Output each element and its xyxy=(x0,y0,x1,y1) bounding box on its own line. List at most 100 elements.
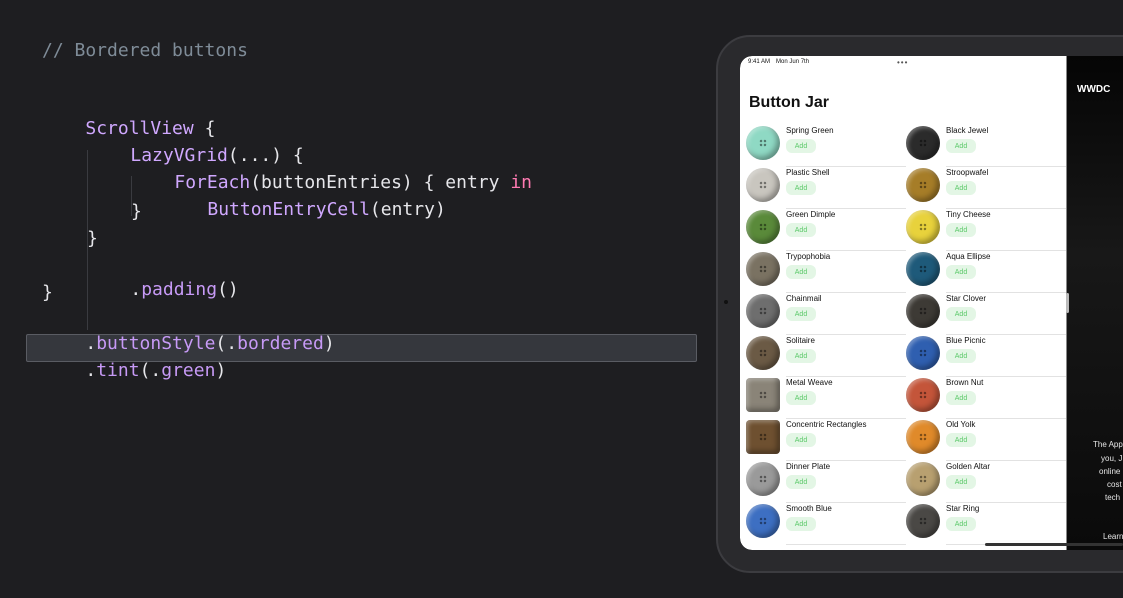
button-name: Chainmail xyxy=(786,294,822,303)
add-button[interactable]: Add xyxy=(946,139,976,153)
row-separator xyxy=(786,418,906,419)
add-button[interactable]: Add xyxy=(946,307,976,321)
button-thumbnail-icon xyxy=(746,294,780,328)
side-app: WWDC The App you, J online cost tech Learn xyxy=(1067,56,1123,550)
code-line: ButtonEntryCell(entry) xyxy=(164,174,446,246)
list-item: Old Yolk Add xyxy=(906,420,1066,462)
side-text-line: online xyxy=(1099,467,1121,476)
list-item: Trypophobia Add xyxy=(746,252,906,294)
status-bar: 9:41 AM Mon Jun 7th xyxy=(748,59,815,65)
add-button[interactable]: Add xyxy=(946,223,976,237)
code-editor: // Bordered buttons ScrollView { LazyVGr… xyxy=(0,0,700,598)
add-button[interactable]: Add xyxy=(946,475,976,489)
button-thumbnail-icon xyxy=(906,378,940,412)
status-time: 9:41 AM xyxy=(748,59,771,65)
list-item: Aqua Ellipse Add xyxy=(906,252,1066,294)
side-text-line: Learn xyxy=(1103,532,1123,541)
row-separator xyxy=(786,292,906,293)
code-token: (entry) xyxy=(369,199,446,220)
list-item: Black Jewel Add xyxy=(906,126,1066,168)
row-separator xyxy=(946,166,1066,167)
code-line: } xyxy=(131,201,142,222)
add-button[interactable]: Add xyxy=(786,139,816,153)
add-button[interactable]: Add xyxy=(786,265,816,279)
code-token: green xyxy=(161,360,216,381)
list-item: Plastic Shell Add xyxy=(746,168,906,210)
code-token: ) xyxy=(323,333,335,354)
list-item: Solitaire Add xyxy=(746,336,906,378)
add-button[interactable]: Add xyxy=(786,475,816,489)
button-thumbnail-icon xyxy=(746,420,780,454)
add-button[interactable]: Add xyxy=(786,181,816,195)
side-text-line: tech xyxy=(1105,493,1121,502)
add-button[interactable]: Add xyxy=(946,265,976,279)
button-thumbnail-icon xyxy=(746,252,780,286)
home-indicator[interactable] xyxy=(985,543,1123,546)
row-separator xyxy=(786,166,906,167)
add-button[interactable]: Add xyxy=(946,181,976,195)
add-button[interactable]: Add xyxy=(946,433,976,447)
split-view-handle[interactable] xyxy=(1066,293,1069,313)
row-separator xyxy=(946,292,1066,293)
list-item: Metal Weave Add xyxy=(746,378,906,420)
button-name: Golden Altar xyxy=(946,462,991,471)
add-button[interactable]: Add xyxy=(946,391,976,405)
add-button[interactable]: Add xyxy=(946,349,976,363)
code-token: () xyxy=(217,279,239,300)
add-button[interactable]: Add xyxy=(786,349,816,363)
button-name: Green Dimple xyxy=(786,210,836,219)
button-thumbnail-icon xyxy=(746,126,780,160)
button-thumbnail-icon xyxy=(746,210,780,244)
list-item: Concentric Rectangles Add xyxy=(746,420,906,462)
code-line: .tint(.green) xyxy=(42,335,226,407)
list-item: Star Clover Add xyxy=(906,294,1066,336)
row-separator xyxy=(786,460,906,461)
button-name: Star Clover xyxy=(946,294,987,303)
row-separator xyxy=(786,250,906,251)
row-separator xyxy=(946,376,1066,377)
button-name: Blue Picnic xyxy=(946,336,986,345)
button-thumbnail-icon xyxy=(906,252,940,286)
button-name: Black Jewel xyxy=(946,126,989,135)
list-item: Brown Nut Add xyxy=(906,378,1066,420)
button-thumbnail-icon xyxy=(746,168,780,202)
button-thumbnail-icon xyxy=(906,294,940,328)
button-name: Dinner Plate xyxy=(786,462,831,471)
list-item: Golden Altar Add xyxy=(906,462,1066,504)
status-date: Mon Jun 7th xyxy=(776,59,810,65)
code-token: ButtonEntryCell xyxy=(207,199,370,220)
list-item: Smooth Blue Add xyxy=(746,504,906,546)
button-thumbnail-icon xyxy=(746,462,780,496)
list-item: Tiny Cheese Add xyxy=(906,210,1066,252)
add-button[interactable]: Add xyxy=(786,223,816,237)
button-name: Smooth Blue xyxy=(786,504,832,513)
add-button[interactable]: Add xyxy=(786,307,816,321)
multitasking-dots-icon[interactable]: ••• xyxy=(897,58,908,67)
row-separator xyxy=(786,208,906,209)
side-text-line: The App xyxy=(1093,440,1123,449)
button-thumbnail-icon xyxy=(906,420,940,454)
button-name: Trypophobia xyxy=(786,252,831,261)
code-token: . xyxy=(130,279,142,300)
add-button[interactable]: Add xyxy=(786,391,816,405)
add-button[interactable]: Add xyxy=(786,433,816,447)
code-token: tint xyxy=(96,360,140,381)
add-button[interactable]: Add xyxy=(946,517,976,531)
add-button[interactable]: Add xyxy=(786,517,816,531)
side-text-line: cost xyxy=(1107,480,1122,489)
code-comment: // Bordered buttons xyxy=(42,40,248,61)
page-title: Button Jar xyxy=(749,94,829,111)
button-name: Solitaire xyxy=(786,336,815,345)
row-separator xyxy=(946,208,1066,209)
button-thumbnail-icon xyxy=(906,462,940,496)
code-token: ) xyxy=(215,360,227,381)
code-line: } xyxy=(42,282,53,303)
list-item: Stroopwafel Add xyxy=(906,168,1066,210)
code-token: in xyxy=(510,172,532,193)
list-item: Dinner Plate Add xyxy=(746,462,906,504)
code-token: padding xyxy=(141,279,218,300)
row-separator xyxy=(786,334,906,335)
button-thumbnail-icon xyxy=(746,378,780,412)
code-token: (. xyxy=(139,360,162,381)
button-thumbnail-icon xyxy=(746,336,780,370)
